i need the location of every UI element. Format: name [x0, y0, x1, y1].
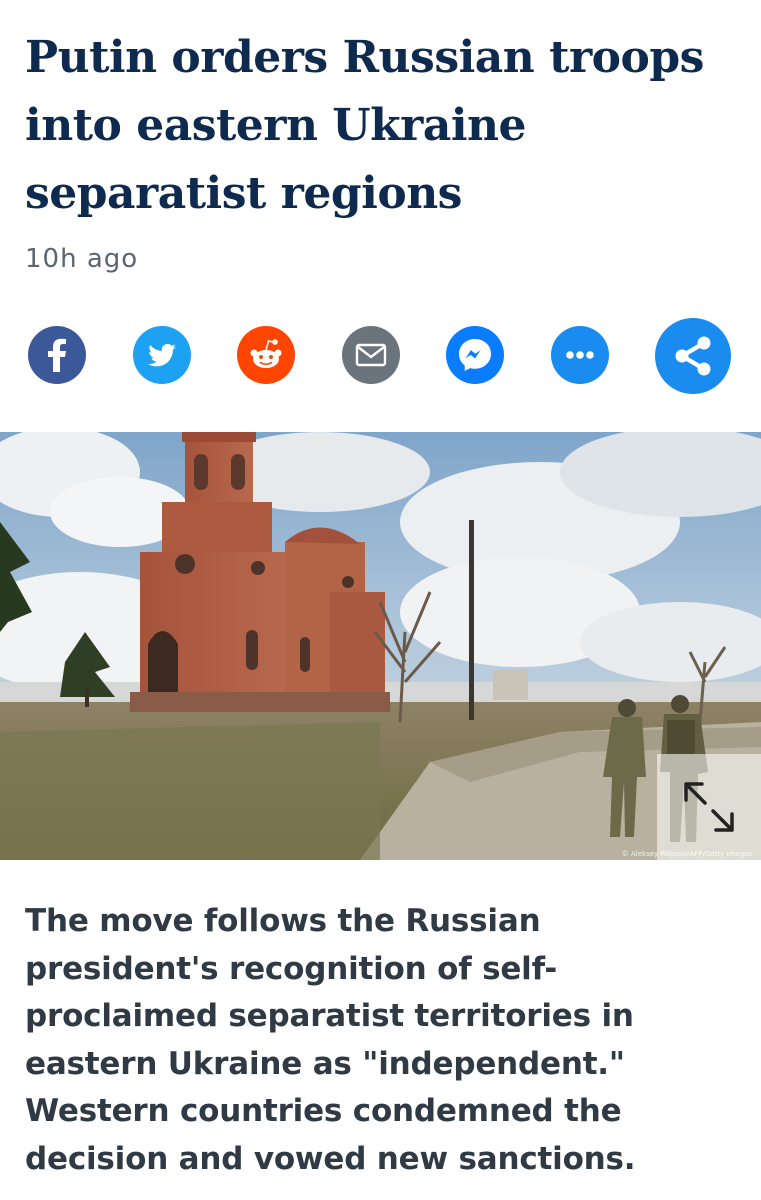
article-timestamp: 10h ago — [25, 244, 139, 274]
article-lead: The move follows the Russian president's… — [25, 903, 636, 1177]
facebook-icon — [48, 338, 66, 372]
messenger-share-button[interactable] — [446, 326, 504, 384]
more-icon — [566, 351, 594, 359]
facebook-share-button[interactable] — [28, 326, 86, 384]
twitter-icon — [148, 343, 176, 367]
mail-icon — [355, 343, 387, 367]
reddit-icon — [250, 339, 282, 368]
photo-ruined-church-soldiers: © Aleksey Filippov/AFP/Getty Images — [0, 432, 761, 860]
share-icon — [675, 336, 711, 376]
expand-icon — [684, 782, 734, 832]
messenger-icon — [459, 339, 491, 371]
twitter-share-button[interactable] — [133, 326, 191, 384]
email-share-button[interactable] — [342, 326, 400, 384]
native-share-button[interactable] — [655, 318, 731, 394]
article-headline: Putin orders Russian troops into eastern… — [25, 32, 704, 219]
expand-image-button[interactable] — [657, 754, 761, 860]
more-share-button[interactable] — [551, 326, 609, 384]
hero-image[interactable]: © Aleksey Filippov/AFP/Getty Images — [0, 432, 761, 860]
reddit-share-button[interactable] — [237, 326, 295, 384]
